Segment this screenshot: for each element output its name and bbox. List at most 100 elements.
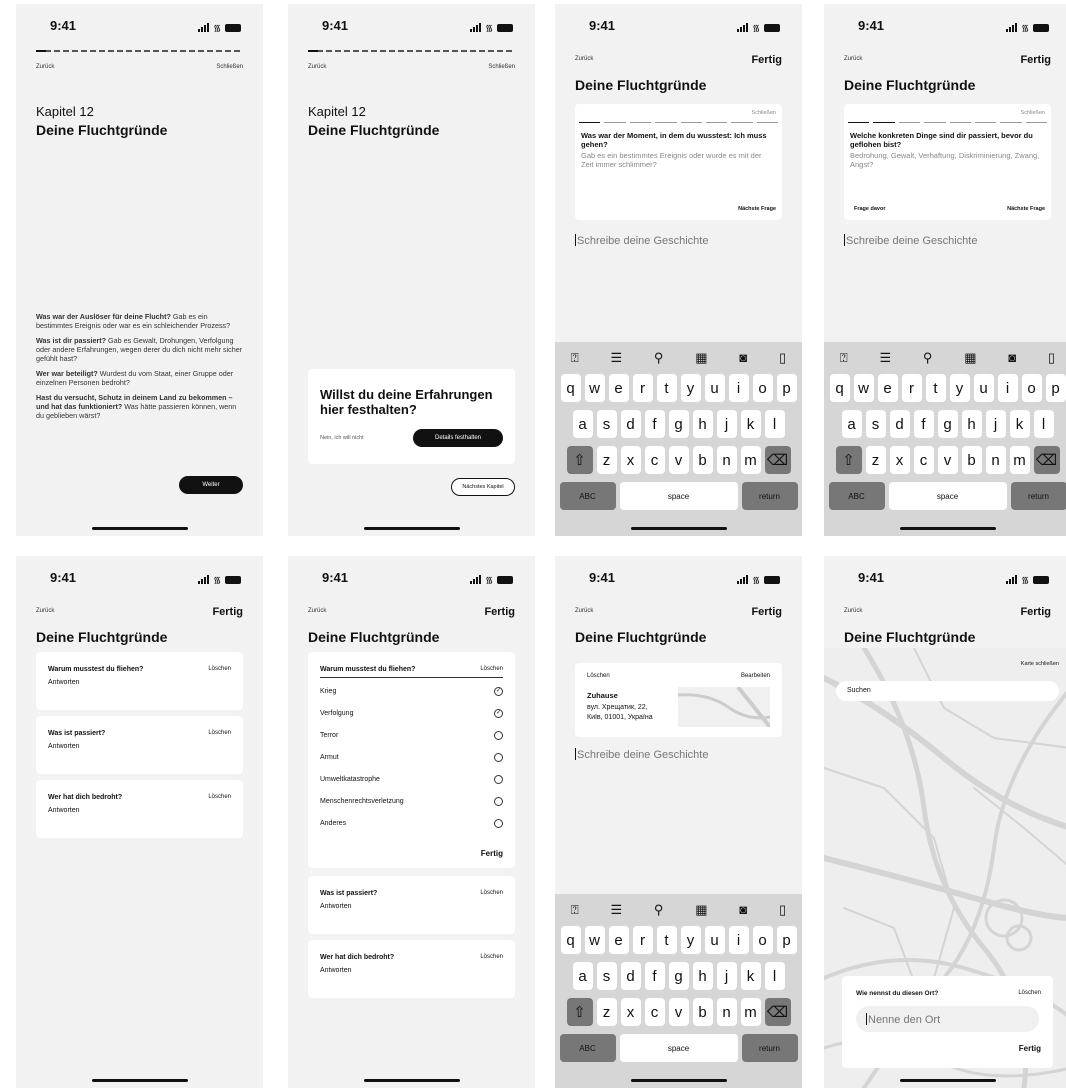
key[interactable]: o [752, 374, 773, 402]
key[interactable]: k [1009, 410, 1030, 438]
answer-input[interactable]: Antworten [48, 743, 231, 750]
return-key[interactable]: return [1010, 482, 1066, 510]
close-button[interactable]: Schließen [581, 110, 776, 116]
key[interactable]: n [716, 446, 737, 474]
back-button[interactable]: Zurück [844, 56, 862, 62]
back-button[interactable]: Zurück [844, 608, 862, 614]
location-icon[interactable]: ⚲ [654, 902, 664, 918]
delete-button[interactable]: Löschen [480, 954, 503, 961]
empty-circle-icon[interactable] [494, 752, 503, 762]
key[interactable]: q [829, 374, 850, 402]
answer-input[interactable]: Antworten [320, 967, 503, 974]
close-button[interactable]: Schließen [216, 64, 243, 70]
empty-circle-icon[interactable] [494, 730, 503, 740]
key[interactable]: y [680, 926, 701, 954]
empty-circle-icon[interactable] [494, 774, 503, 784]
done-button[interactable]: Fertig [751, 54, 782, 66]
return-key[interactable]: return [741, 482, 798, 510]
file-icon[interactable]: ▯ [1048, 350, 1055, 366]
previous-question-button[interactable]: Frage davor [854, 206, 885, 212]
key[interactable]: g [668, 962, 689, 990]
delete-button[interactable]: Löschen [208, 730, 231, 737]
back-button[interactable]: Zurück [575, 56, 593, 62]
calendar-icon[interactable]: ▦ [964, 350, 976, 366]
close-map-button[interactable]: Karte schließen [1021, 661, 1059, 667]
key[interactable]: u [704, 374, 725, 402]
list-icon[interactable]: ☰ [879, 350, 891, 366]
done-button[interactable]: Fertig [1020, 606, 1051, 618]
key[interactable]: r [632, 374, 653, 402]
close-button[interactable]: Schließen [850, 110, 1045, 116]
calendar-icon[interactable]: ▦ [695, 902, 707, 918]
edit-button[interactable]: Bearbeiten [741, 673, 770, 679]
delete-button[interactable]: Löschen [208, 794, 231, 801]
key[interactable]: r [632, 926, 653, 954]
done-button[interactable]: Fertig [751, 606, 782, 618]
key[interactable]: u [704, 926, 725, 954]
backspace-key[interactable]: ⌫ [1033, 446, 1060, 474]
back-button[interactable]: Zurück [36, 608, 54, 614]
key[interactable]: z [596, 998, 617, 1026]
empty-circle-icon[interactable] [494, 796, 503, 806]
key[interactable]: e [608, 374, 629, 402]
shift-key[interactable]: ⇧ [566, 998, 593, 1026]
key[interactable]: l [1033, 410, 1054, 438]
question-item[interactable]: Wer hat dich bedroht? Löschen Antworten [36, 780, 243, 838]
options-done-button[interactable]: Fertig [481, 849, 503, 858]
key[interactable]: j [716, 410, 737, 438]
key[interactable]: t [925, 374, 946, 402]
answer-input[interactable]: Antworten [48, 807, 231, 814]
key[interactable]: z [865, 446, 886, 474]
key[interactable]: u [973, 374, 994, 402]
key[interactable]: v [937, 446, 958, 474]
key[interactable]: d [889, 410, 910, 438]
key[interactable]: h [692, 410, 713, 438]
location-icon[interactable]: ⚲ [923, 350, 933, 366]
key[interactable]: y [949, 374, 970, 402]
space-key[interactable]: space [888, 482, 1007, 510]
key[interactable]: x [620, 446, 641, 474]
key[interactable]: e [877, 374, 898, 402]
key[interactable]: f [644, 962, 665, 990]
close-button[interactable]: Schließen [488, 64, 515, 70]
backspace-key[interactable]: ⌫ [764, 446, 791, 474]
key[interactable]: n [716, 998, 737, 1026]
key[interactable]: a [572, 962, 593, 990]
next-question-button[interactable]: Nächste Frage [1007, 206, 1045, 212]
map-search-field[interactable]: Suchen [836, 681, 1059, 701]
key[interactable]: w [584, 374, 605, 402]
camera-icon[interactable]: ◙ [739, 350, 747, 366]
checked-circle-icon[interactable]: ✓ [494, 708, 503, 718]
key[interactable]: i [728, 374, 749, 402]
key[interactable]: h [961, 410, 982, 438]
key[interactable]: m [740, 446, 761, 474]
key[interactable]: q [560, 374, 581, 402]
key[interactable]: b [961, 446, 982, 474]
file-icon[interactable]: ▯ [779, 902, 786, 918]
delete-button[interactable]: Löschen [480, 890, 503, 897]
sheet-done-button[interactable]: Fertig [1019, 1044, 1041, 1053]
option-row[interactable]: Terror [320, 724, 503, 746]
key[interactable]: m [1009, 446, 1030, 474]
delete-button[interactable]: Löschen [480, 666, 503, 673]
key[interactable]: o [752, 926, 773, 954]
key[interactable]: c [644, 998, 665, 1026]
checked-circle-icon[interactable]: ✓ [494, 686, 503, 696]
file-icon[interactable]: ▯ [779, 350, 786, 366]
key[interactable]: t [656, 926, 677, 954]
camera-icon[interactable]: ◙ [739, 902, 747, 918]
abc-key[interactable]: ABC [559, 482, 616, 510]
key[interactable]: g [668, 410, 689, 438]
key[interactable]: r [901, 374, 922, 402]
key[interactable]: s [596, 410, 617, 438]
key[interactable]: p [776, 926, 797, 954]
back-button[interactable]: Zurück [308, 608, 326, 614]
space-key[interactable]: space [619, 1034, 738, 1062]
done-button[interactable]: Fertig [1020, 54, 1051, 66]
key[interactable]: c [913, 446, 934, 474]
option-row[interactable]: Verfolgung ✓ [320, 702, 503, 724]
key[interactable]: x [889, 446, 910, 474]
calendar-icon[interactable]: ▦ [695, 350, 707, 366]
key[interactable]: q [560, 926, 581, 954]
delete-button[interactable]: Löschen [1018, 990, 1041, 996]
